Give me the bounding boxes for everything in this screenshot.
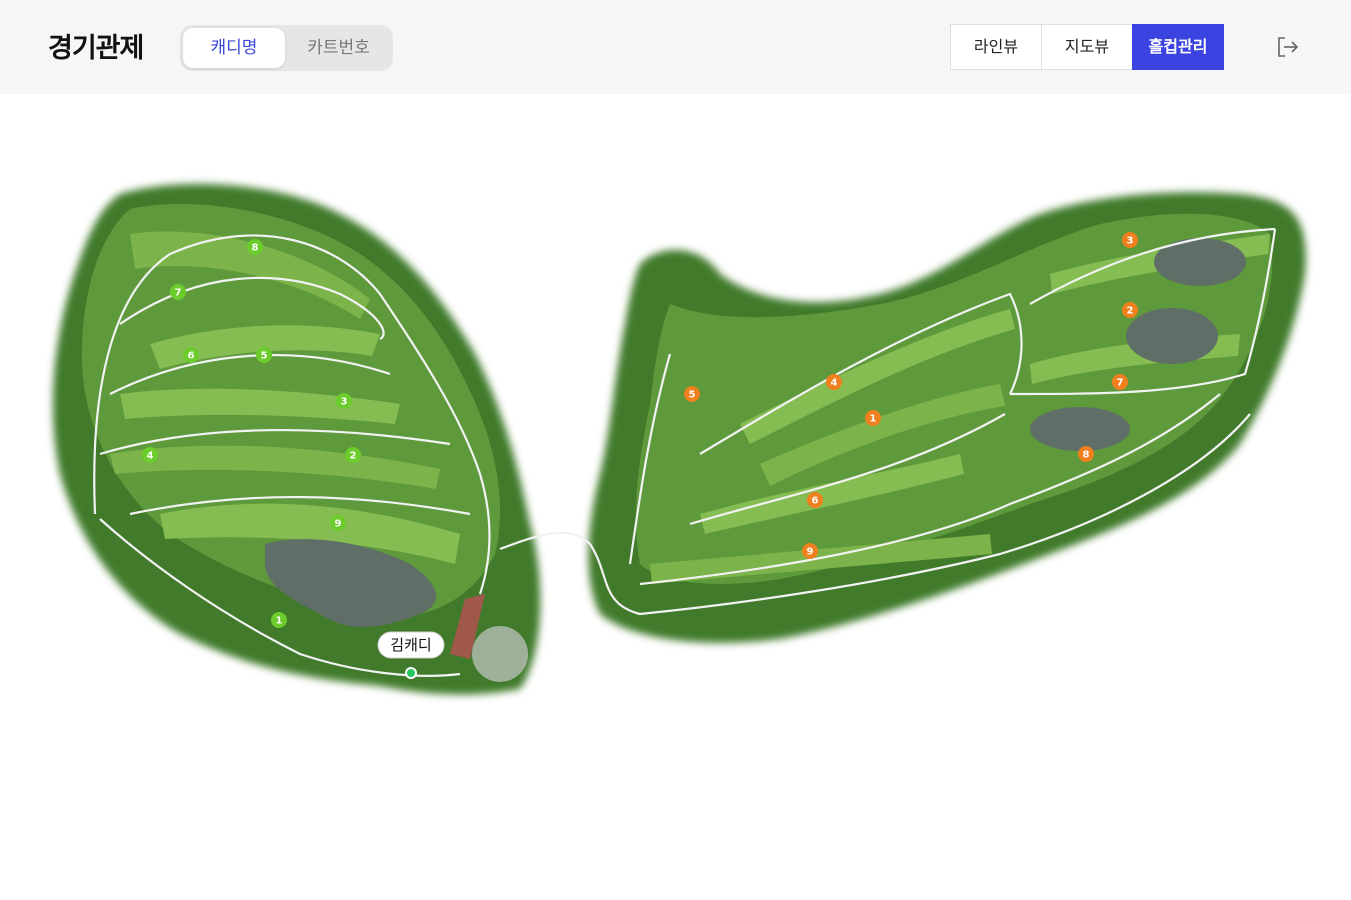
header-bar: 경기관제 캐디명 카트번호 라인뷰 지도뷰 홀컵관리 (0, 0, 1351, 94)
logout-icon[interactable] (1276, 36, 1300, 58)
west-hole-9-label: 9 (335, 519, 342, 530)
west-hole-4-label: 4 (147, 451, 154, 462)
east-hole-2-label: 2 (1127, 306, 1134, 317)
tab-cart-number[interactable]: 카트번호 (287, 28, 390, 68)
caddie-name-label: 김캐디 (390, 636, 431, 654)
view-switcher: 라인뷰 지도뷰 홀컵관리 (950, 24, 1224, 70)
east-hole-4-label: 4 (831, 378, 838, 389)
west-hole-5-label: 5 (261, 351, 268, 362)
mode-toggle: 캐디명 카트번호 (180, 25, 393, 71)
west-hole-8-label: 8 (252, 243, 259, 254)
east-hole-5-label: 5 (689, 390, 696, 401)
page-title: 경기관제 (48, 33, 144, 64)
course-map[interactable]: 1 2 3 4 5 6 7 8 9 1 2 3 4 5 6 7 8 9 김캐디 (0, 94, 1351, 900)
east-hole-7-label: 7 (1117, 378, 1124, 389)
west-hole-6-label: 6 (188, 351, 195, 362)
west-hole-3-label: 3 (341, 397, 348, 408)
east-hole-3-label: 3 (1127, 236, 1134, 247)
east-hole-9-label: 9 (807, 547, 814, 558)
caddie-location-dot (405, 667, 417, 679)
west-hole-2-label: 2 (350, 451, 357, 462)
west-hole-7-label: 7 (175, 288, 182, 299)
tab-caddie-name[interactable]: 캐디명 (183, 28, 285, 68)
tab-line-view[interactable]: 라인뷰 (950, 24, 1042, 70)
east-hole-6-label: 6 (812, 496, 819, 507)
tab-map-view[interactable]: 지도뷰 (1041, 24, 1133, 70)
east-hole-1-label: 1 (870, 414, 877, 425)
east-course-area (588, 192, 1306, 643)
east-hole-8-label: 8 (1083, 450, 1090, 461)
tab-hole-cup-management[interactable]: 홀컵관리 (1132, 24, 1224, 70)
west-hole-1-label: 1 (276, 616, 283, 627)
